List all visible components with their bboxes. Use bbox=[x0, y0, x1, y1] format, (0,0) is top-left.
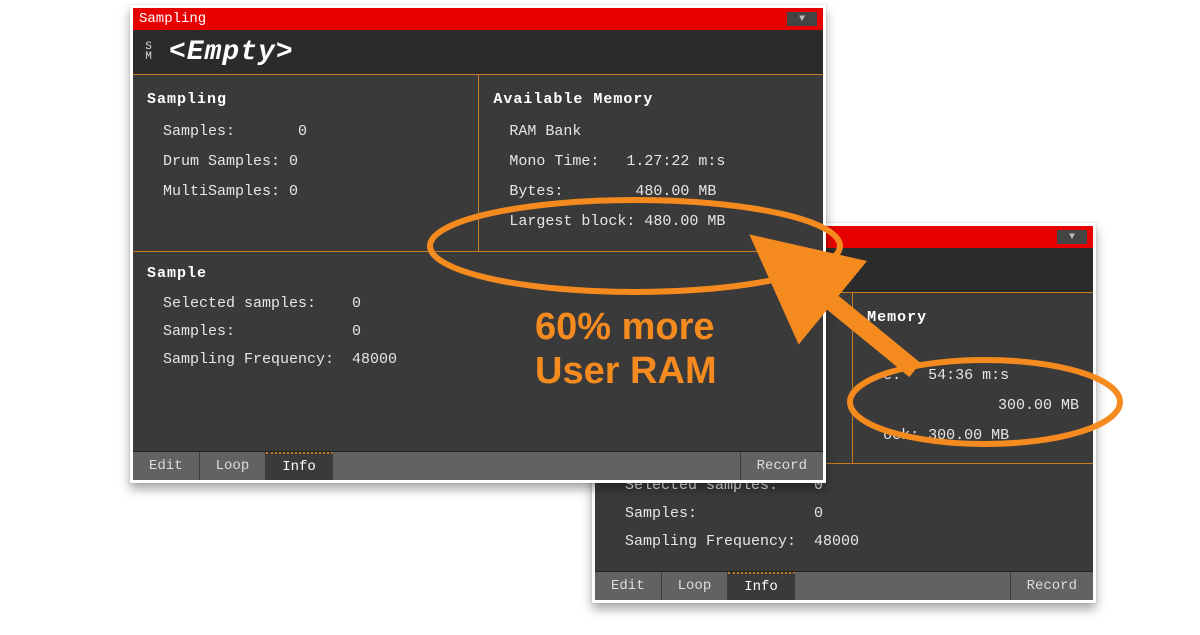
multi-samples-label: MultiSamples: bbox=[163, 177, 289, 207]
dropdown-button-back[interactable]: ▼ bbox=[1057, 230, 1087, 244]
samples2-label: Samples: bbox=[163, 318, 352, 346]
mono-time-value-back: 54:36 m:s bbox=[928, 361, 1009, 391]
sampling-title: Sampling bbox=[147, 85, 464, 115]
block-label: Largest block: bbox=[509, 207, 644, 237]
mono-time-label-back: e: bbox=[883, 361, 928, 391]
dropdown-button-front[interactable]: ▼ bbox=[787, 12, 817, 26]
samples2-value: 0 bbox=[352, 318, 361, 346]
drum-samples-value: 0 bbox=[289, 147, 298, 177]
drum-samples-label: Drum Samples: bbox=[163, 147, 289, 177]
freq-value: 48000 bbox=[352, 346, 397, 374]
block-label-back: ock: bbox=[883, 421, 928, 451]
multi-samples-value: 0 bbox=[289, 177, 298, 207]
ram-bank-label: RAM Bank bbox=[493, 117, 809, 147]
tab-edit-back[interactable]: Edit bbox=[595, 572, 662, 600]
tab-spacer-back bbox=[795, 572, 1010, 600]
freq-label-back: Sampling Frequency: bbox=[625, 528, 814, 556]
memory-section: Available Memory RAM Bank Mono Time: 1.2… bbox=[479, 75, 823, 251]
sel-samples-value: 0 bbox=[352, 290, 361, 318]
freq-label: Sampling Frequency: bbox=[163, 346, 352, 374]
tab-loop[interactable]: Loop bbox=[200, 452, 267, 480]
sm-label: SM bbox=[139, 42, 159, 62]
sampling-section: Sampling Samples: 0 Drum Samples: 0 Mult… bbox=[133, 75, 479, 251]
samples-value-back: 0 bbox=[814, 500, 823, 528]
sel-samples-label: Selected samples: bbox=[163, 290, 352, 318]
block-value-back: 300.00 MB bbox=[928, 421, 1009, 451]
bytes-value-back: 300.00 MB bbox=[998, 391, 1079, 421]
samples-label-back: Samples: bbox=[625, 500, 814, 528]
block-value: 480.00 MB bbox=[644, 207, 725, 237]
tabbar-back: Edit Loop Info Record bbox=[595, 571, 1093, 600]
titlebar-front: Sampling ▼ bbox=[133, 8, 823, 30]
title-text-front: Sampling bbox=[139, 11, 787, 27]
tab-edit[interactable]: Edit bbox=[133, 452, 200, 480]
freq-value-back: 48000 bbox=[814, 528, 859, 556]
tabbar-front: Edit Loop Info Record bbox=[133, 451, 823, 480]
memory-title: Available Memory bbox=[493, 85, 809, 115]
mono-time-label: Mono Time: bbox=[509, 147, 626, 177]
bytes-value: 480.00 MB bbox=[635, 177, 716, 207]
tab-info[interactable]: Info bbox=[266, 452, 333, 480]
tab-record[interactable]: Record bbox=[740, 452, 823, 480]
window-front: Sampling ▼ SM <Empty> Sampling Samples: … bbox=[130, 5, 826, 483]
slot-name-value: <Empty> bbox=[159, 37, 294, 68]
header-row: SM <Empty> bbox=[133, 30, 823, 75]
bytes-label: Bytes: bbox=[509, 177, 635, 207]
sample-title: Sample bbox=[147, 260, 809, 288]
sample-section: Sample Selected samples: 0 Samples: 0 Sa… bbox=[133, 252, 823, 380]
tab-loop-back[interactable]: Loop bbox=[662, 572, 729, 600]
samples-label: Samples: bbox=[163, 117, 298, 147]
mono-time-value: 1.27:22 m:s bbox=[626, 147, 725, 177]
chevron-down-icon: ▼ bbox=[1069, 232, 1075, 243]
memory-title-back: Memory bbox=[867, 303, 1079, 333]
chevron-down-icon: ▼ bbox=[799, 14, 805, 25]
tab-record-back[interactable]: Record bbox=[1010, 572, 1093, 600]
samples-value: 0 bbox=[298, 117, 307, 147]
tab-info-back[interactable]: Info bbox=[728, 572, 795, 600]
tab-spacer bbox=[333, 452, 740, 480]
